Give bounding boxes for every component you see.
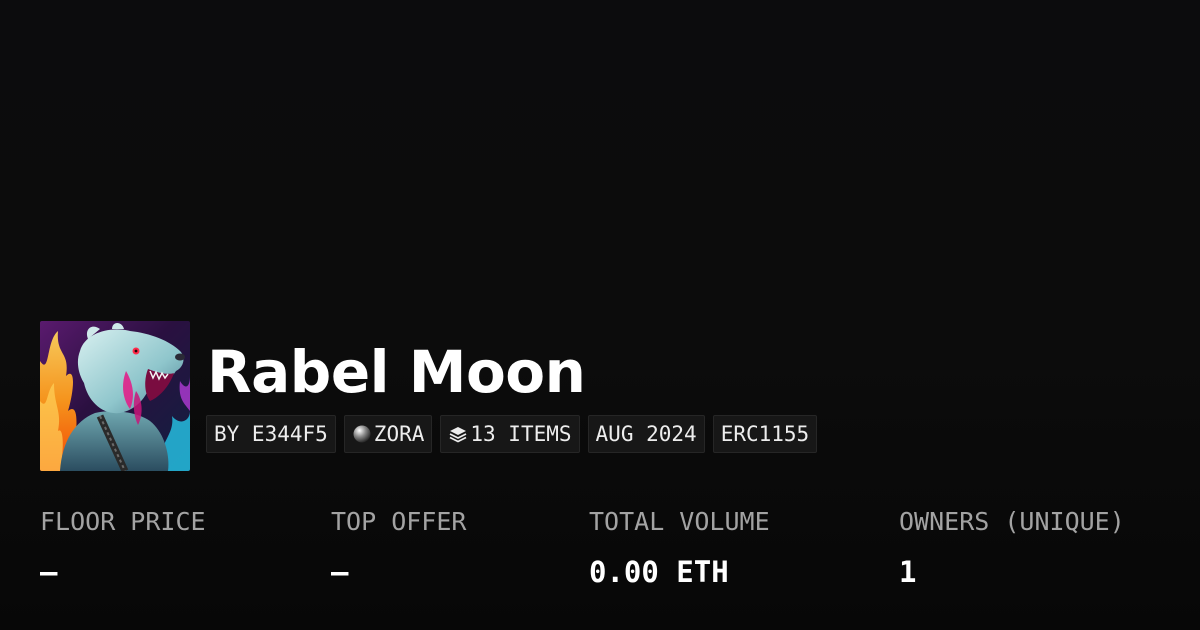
stat-top-offer: TOP OFFER — bbox=[331, 505, 466, 591]
stat-owners: OWNERS (UNIQUE) 1 bbox=[899, 505, 1125, 591]
collection-title: Rabel Moon bbox=[207, 338, 586, 406]
zora-orb-icon bbox=[352, 424, 372, 444]
token-standard-tag[interactable]: ERC1155 bbox=[712, 415, 818, 453]
top-offer-value: — bbox=[331, 555, 349, 589]
layers-icon bbox=[448, 424, 468, 444]
creator-tag-label: BY E344F5 bbox=[214, 422, 328, 446]
floor-price-value: — bbox=[40, 555, 58, 589]
chain-tag[interactable]: ZORA bbox=[343, 415, 433, 453]
chain-tag-label: ZORA bbox=[373, 422, 425, 446]
token-standard-label: ERC1155 bbox=[720, 422, 810, 446]
items-count-tag[interactable]: 13 ITEMS bbox=[440, 415, 580, 453]
total-volume-value: 0.00 ETH bbox=[589, 555, 729, 589]
floor-price-label: FLOOR PRICE bbox=[40, 507, 206, 536]
top-offer-label: TOP OFFER bbox=[331, 507, 467, 536]
collection-meta-tags: BY E344F5 ZORA 13 ITEMS AUG 2024 ERC1155 bbox=[206, 415, 818, 453]
collection-avatar bbox=[40, 321, 190, 471]
owners-label: OWNERS (UNIQUE) bbox=[899, 507, 1125, 536]
owners-value: 1 bbox=[899, 555, 917, 589]
stat-total-volume: TOTAL VOLUME 0.00 ETH bbox=[589, 505, 770, 591]
stat-floor-price: FLOOR PRICE — bbox=[40, 505, 206, 591]
items-count-label: 13 ITEMS bbox=[470, 422, 572, 446]
creator-tag[interactable]: BY E344F5 bbox=[206, 415, 336, 453]
total-volume-label: TOTAL VOLUME bbox=[589, 507, 770, 536]
created-date-label: AUG 2024 bbox=[595, 422, 697, 446]
created-date-tag[interactable]: AUG 2024 bbox=[587, 415, 705, 453]
